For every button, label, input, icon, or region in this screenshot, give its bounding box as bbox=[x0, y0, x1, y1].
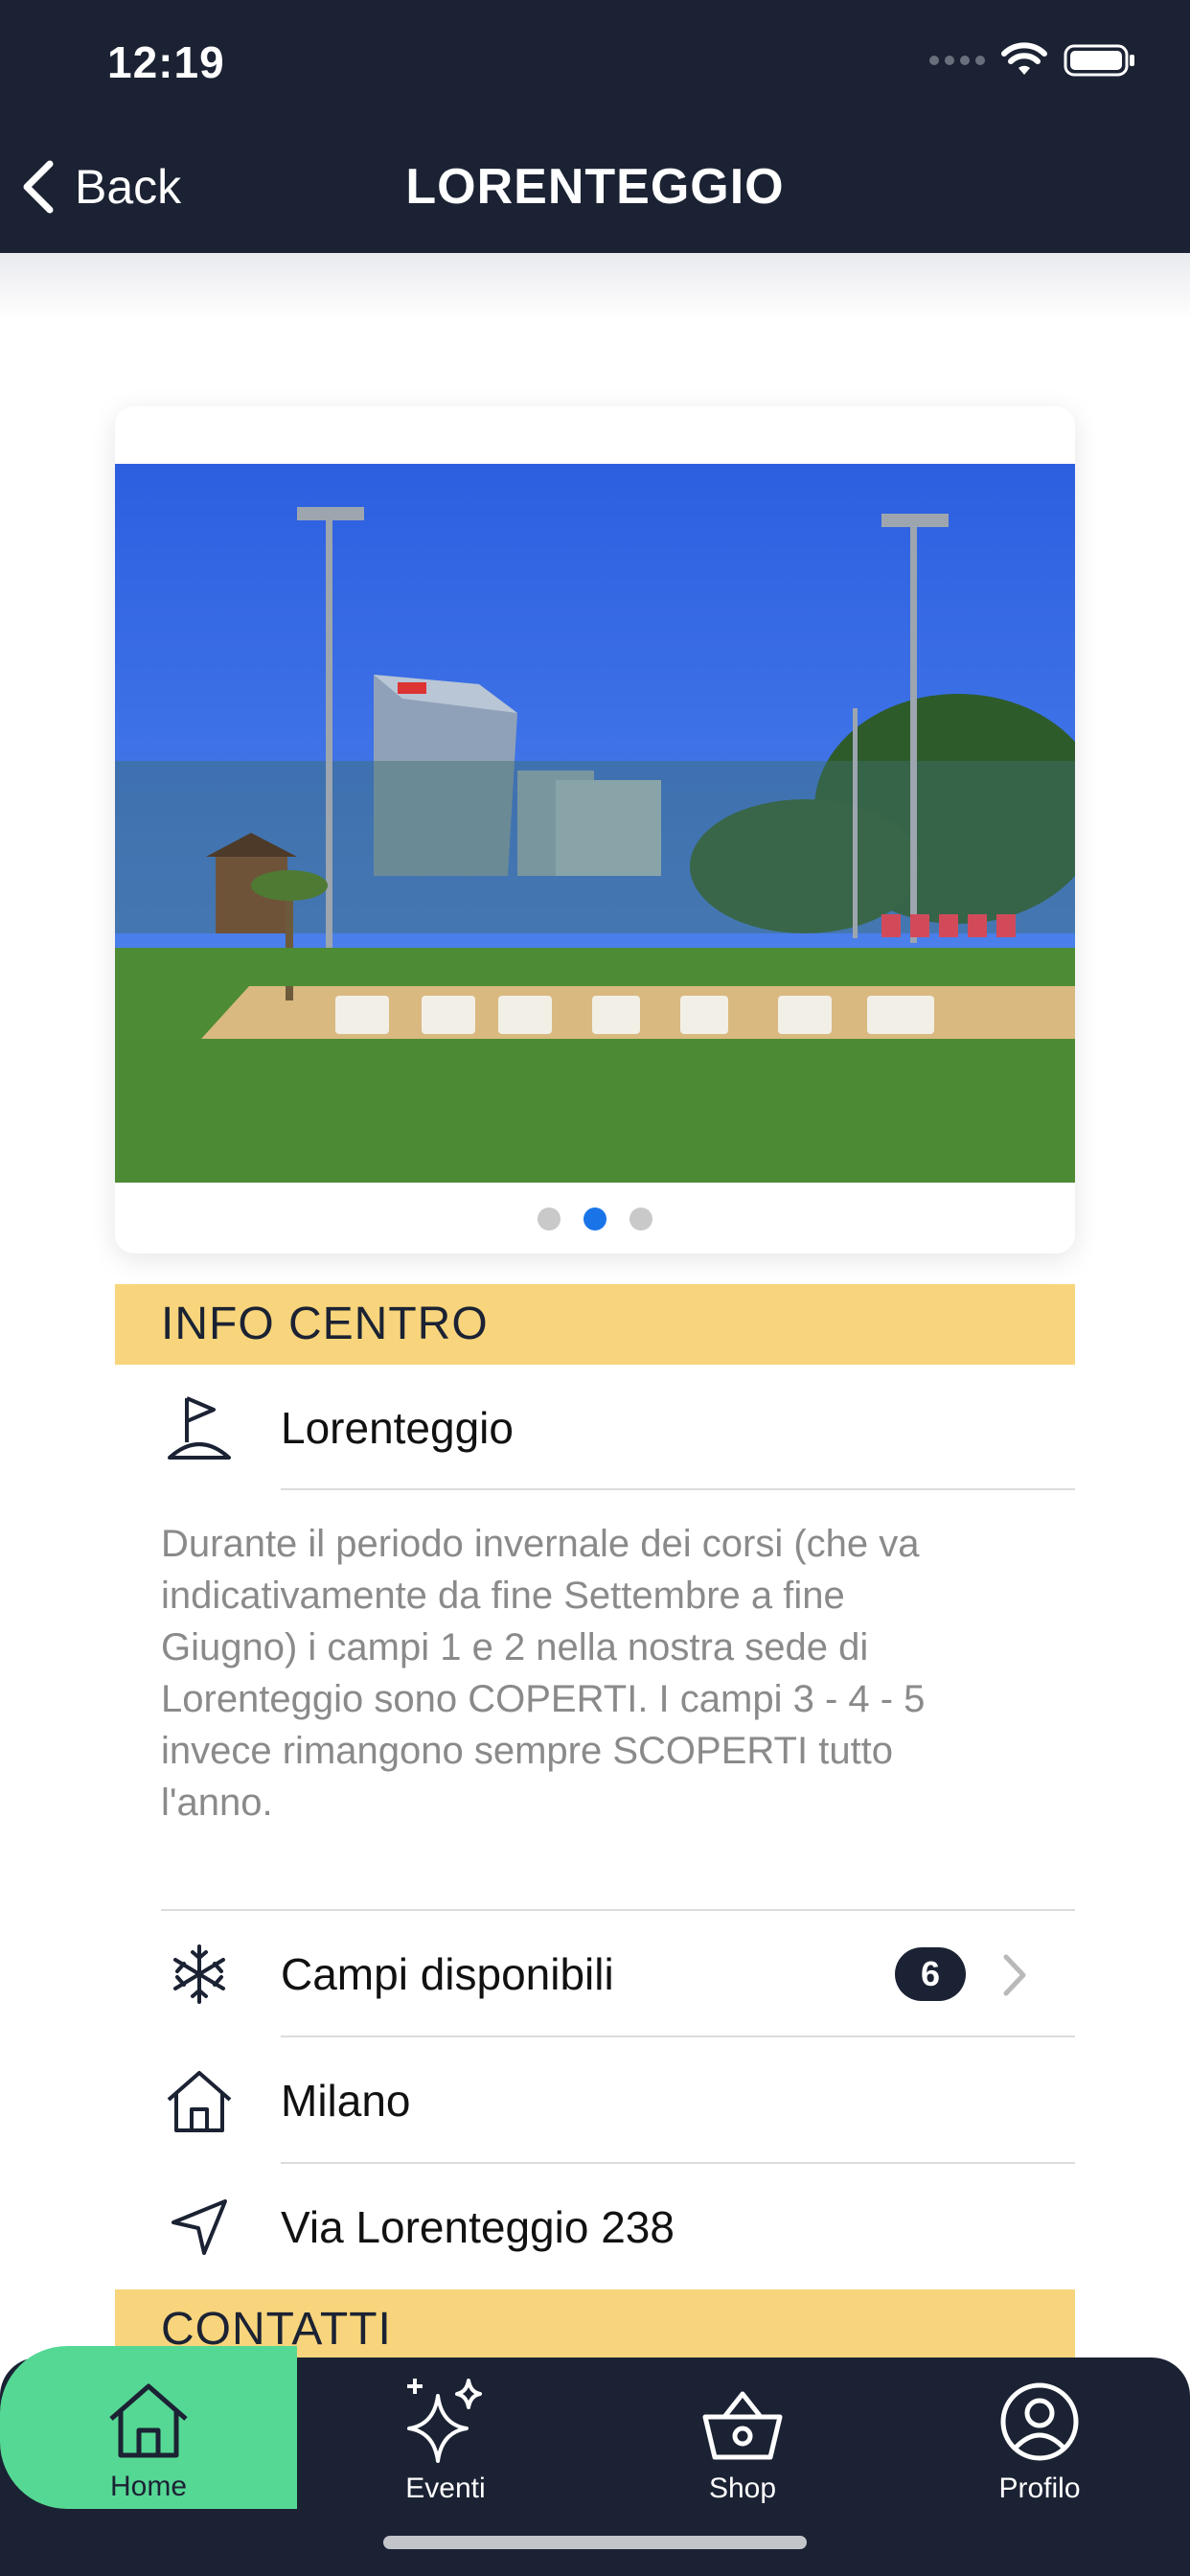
top-header: 12:19 Back LORENTEGGIO bbox=[0, 0, 1190, 253]
tab-home[interactable]: Home bbox=[0, 2346, 297, 2509]
center-name-row: Lorenteggio bbox=[161, 1365, 1075, 1491]
divider bbox=[281, 1488, 1075, 1490]
address-row[interactable]: Via Lorenteggio 238 bbox=[161, 2164, 1075, 2290]
tab-profilo-label: Profilo bbox=[998, 2472, 1081, 2504]
tab-home-label: Home bbox=[109, 2471, 188, 2502]
header-shadow bbox=[0, 253, 1190, 320]
courts-count-badge: 6 bbox=[895, 1947, 966, 2001]
chevron-right-icon bbox=[1003, 1954, 1026, 1996]
basket-icon bbox=[702, 2391, 783, 2460]
home-icon bbox=[109, 2383, 188, 2458]
page-dot-1[interactable] bbox=[538, 1208, 561, 1230]
city: Milano bbox=[281, 2076, 411, 2126]
profile-icon bbox=[1000, 2382, 1079, 2461]
center-photo[interactable] bbox=[115, 464, 1075, 1183]
gallery-card[interactable] bbox=[115, 406, 1075, 1254]
page-title: LORENTEGGIO bbox=[405, 159, 785, 215]
page-dot-3[interactable] bbox=[629, 1208, 652, 1230]
golf-flag-icon bbox=[161, 1390, 238, 1466]
tab-shop-label: Shop bbox=[708, 2472, 777, 2504]
snowflake-icon bbox=[161, 1936, 238, 2012]
status-time: 12:19 bbox=[107, 37, 225, 87]
tab-eventi[interactable]: Eventi bbox=[297, 2358, 594, 2511]
tab-profilo[interactable]: Profilo bbox=[891, 2358, 1188, 2511]
screen: 12:19 Back LORENTEGGIO INFO CENTRO Loren… bbox=[0, 0, 1190, 2576]
wifi-icon bbox=[1001, 42, 1047, 75]
courts-label: Campi disponibili bbox=[281, 1949, 614, 1999]
center-name: Lorenteggio bbox=[281, 1403, 514, 1453]
center-description: Durante il periodo invernale dei corsi (… bbox=[161, 1523, 926, 1824]
battery-icon bbox=[1064, 44, 1134, 77]
tab-eventi-label: Eventi bbox=[405, 2472, 486, 2504]
gallery-pagination[interactable] bbox=[115, 1208, 1075, 1230]
city-row: Milano bbox=[161, 2037, 1075, 2164]
home-outline-icon bbox=[161, 2062, 238, 2139]
status-icons bbox=[929, 42, 1136, 79]
sparkles-icon bbox=[407, 2379, 482, 2463]
cellular-signal-icon bbox=[929, 56, 985, 65]
address: Via Lorenteggio 238 bbox=[281, 2202, 675, 2252]
home-indicator bbox=[383, 2536, 807, 2549]
tab-shop[interactable]: Shop bbox=[594, 2358, 891, 2511]
navigation-arrow-icon bbox=[161, 2189, 238, 2266]
available-courts-row[interactable]: Campi disponibili 6 bbox=[161, 1911, 1075, 2037]
section-info-header: INFO CENTRO bbox=[115, 1284, 1075, 1365]
page-dot-2[interactable] bbox=[584, 1208, 606, 1230]
